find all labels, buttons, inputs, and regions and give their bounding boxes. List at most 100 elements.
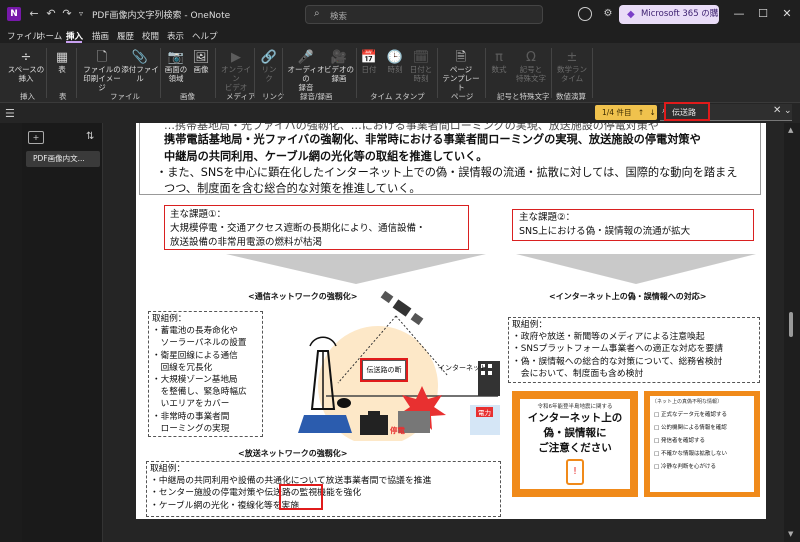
find-match-highlight-2 [279,484,323,510]
menu-view[interactable]: 表示 [167,30,184,42]
ex-poster2-line: □ 冷静な判断を心がける [654,464,716,470]
symbol-label: 記号と 特殊文字 [516,65,546,83]
embedded-pdf-image[interactable]: …携帯基地局・光ファイバの強靱化、…における事業者間ローミングの実現、放送施設の… [136,123,766,519]
record-audio-button[interactable]: 🎤 オーディオの 録音 [287,50,325,92]
page-list-item[interactable]: PDF画像内文... [26,151,100,167]
link-button[interactable]: 🔗 リンク [258,50,280,83]
camera-icon: 📷 [167,50,185,65]
insert-space-label: スペースの 挿入 [7,65,45,83]
ex-net-line: 取組例： [152,314,187,324]
minimize-button[interactable]: — [726,4,752,24]
attach-file-label: 添付ファイル [121,65,159,83]
search-input[interactable]: ⌕ 検索 [305,5,543,24]
undo-icon[interactable]: ↶ [44,7,58,21]
math-runtime-label: 数学ラン タイム [557,65,587,83]
down-arrow-right [516,254,756,284]
file-printout-button[interactable]: 🗋 ファイルの 印刷イメージ [82,50,122,92]
group-separator [592,48,593,98]
back-icon[interactable]: ← [27,7,41,21]
online-video-button[interactable]: ▶ オンライン ビデオ [219,50,253,92]
online-video-label: オンライン ビデオ [221,65,251,92]
find-result-pill: 1/4 件目 ↑ ↓ [595,105,657,120]
calendar-icon: 📅 [360,50,378,65]
checklist-title: 〔ネット上の真偽不明な情報〕 [652,399,723,405]
pictures-button[interactable]: 🖼 画像 [190,50,212,74]
math-runtime-button[interactable]: ± 数学ラン タイム [555,50,589,83]
group-separator [437,48,438,98]
scroll-up-icon[interactable]: ▲ [788,126,793,134]
phone-warning-icon: ! [566,459,584,485]
find-next-button[interactable]: ↓ [650,108,656,117]
navigation-menu-icon[interactable]: ☰ [5,107,15,120]
group-separator [485,48,486,98]
sort-pages-icon[interactable]: ⇅ [86,131,94,142]
screen-clipping-label: 画面の 領域 [164,65,188,83]
ex-net-line: ・大規模ゾーン基地局 [152,375,238,385]
date-label: 日付 [361,65,377,74]
poster-small-text: 令和6年能登半島地震に関する [537,404,613,410]
file-printout-icon: 🗋 [96,50,108,65]
ex-int-line: ・SNSプラットフォーム事業者への適正な対応を要請 [512,344,724,355]
poster-line-1: インターネット上の [527,412,623,424]
menu-review[interactable]: 校閲 [142,30,159,42]
dish-icon [337,398,351,408]
file-printout-label: ファイルの 印刷イメージ [83,65,121,92]
time-button[interactable]: 🕒 時刻 [384,50,406,74]
poster-headline: インターネット上の 偽・誤情報に ご注意ください [520,411,630,456]
video-camera-icon: 🎥 [330,50,348,65]
group-file: ファイル [110,92,140,101]
issue-1-line-2: 放送設備の非常用電源の燃料が枯渇 [170,237,323,248]
menu-history[interactable]: 履歴 [117,30,134,42]
menu-draw[interactable]: 描画 [92,30,109,42]
clear-find-icon[interactable]: ✕ [773,105,781,116]
account-avatar[interactable] [578,7,592,21]
settings-gear-icon[interactable]: ⚙ [601,7,615,21]
table-button[interactable]: ▦ 表 [51,50,73,74]
buy-m365-button[interactable]: ◆Microsoft 365 の購入 [619,5,719,38]
chevron-down-icon[interactable]: ⌄ [784,106,792,116]
close-button[interactable]: ✕ [774,4,800,24]
attach-file-button[interactable]: 📎 添付ファイル [120,50,160,83]
customize-quick-access-icon[interactable]: ▿ [74,7,88,21]
maximize-button[interactable]: ☐ [750,4,776,24]
pictures-label: 画像 [193,65,209,74]
redo-icon[interactable]: ↷ [60,7,74,21]
scroll-thumb[interactable] [789,312,793,337]
date-time-icon: 🗓 [412,50,430,65]
scroll-down-icon[interactable]: ▼ [788,530,793,538]
menu-help[interactable]: ヘルプ [192,30,218,42]
group-recording: 録音/録画 [300,92,333,101]
menu-file[interactable]: ファイル [7,30,41,42]
group-timestamp: タイム スタンプ [370,92,425,101]
add-page-icon[interactable]: + [28,131,44,144]
page-templates-button[interactable]: 🗎 ページ テンプレート [439,50,483,92]
group-separator [215,48,216,98]
screen-clipping-button[interactable]: 📷 画面の 領域 [163,50,189,83]
group-page: ページ [451,92,474,101]
equation-button[interactable]: π 数式 [488,50,510,74]
paperclip-icon: 📎 [131,50,149,65]
symbol-button[interactable]: Ω 記号と 特殊文字 [513,50,549,83]
record-audio-label: オーディオの 録音 [287,65,325,92]
summary-line-4: つつ、制度面を含む総合的な対策を推進していく。 [164,182,421,195]
date-button[interactable]: 📅 日付 [358,50,380,74]
ex-net-line: ローミングの実現 [152,423,230,434]
menu-home[interactable]: ホーム [37,30,62,42]
down-arrow-left [226,254,486,284]
date-time-button[interactable]: 🗓 日付と 時刻 [408,50,434,83]
time-label: 時刻 [387,65,403,74]
solar-panel-icon [298,415,352,433]
ex-poster2-line: □ 正式なデータ元を確認する [654,412,727,418]
page-list-pane [22,123,103,542]
record-video-button[interactable]: 🎥 ビデオの 録画 [323,50,355,83]
ex-int-line: 会において、制度面も含め検討 [512,368,644,379]
find-previous-button[interactable]: ↑ [638,108,644,117]
equation-label: 数式 [491,65,507,74]
summary-line-3: ・また、SNSを中心に顕在化したインターネット上での偽・誤情報の流通・拡散に対し… [156,166,738,179]
issue-2-title: 主な課題②： [519,212,576,223]
page-templates-label: ページ テンプレート [442,65,480,92]
find-match-highlight [360,358,408,382]
insert-space-button[interactable]: ÷ スペースの 挿入 [6,50,46,83]
summary-line-2: 中継局の共同利用、ケーブル網の光化等の取組を推進していく。 [164,150,488,163]
group-separator [254,48,255,98]
